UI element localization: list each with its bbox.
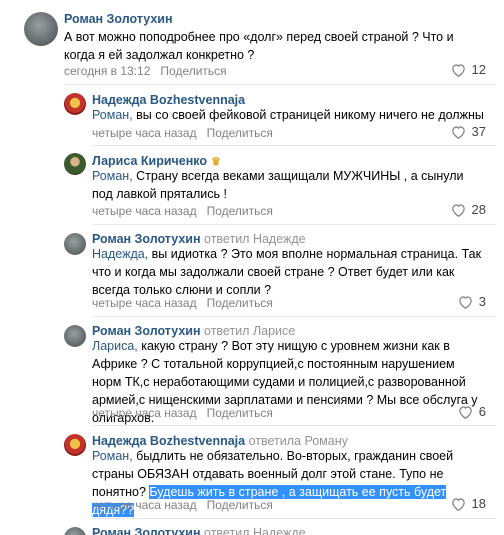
comment-meta: четыре часа назад Поделиться (92, 126, 273, 140)
addressee-link[interactable]: Роман, (92, 449, 133, 463)
like-count: 18 (471, 496, 486, 511)
like-button[interactable]: 28 (451, 202, 486, 217)
comment-time[interactable]: четыре часа назад (92, 406, 197, 420)
comment-meta: четыре часа назад Поделиться (92, 498, 273, 512)
replied-to[interactable]: ответил Ларисе (204, 324, 295, 338)
comment-author[interactable]: Роман Золотухин ответил Ларисе (92, 324, 295, 338)
like-count: 6 (478, 404, 486, 419)
like-count: 3 (478, 294, 486, 309)
divider (92, 145, 496, 146)
comment-author[interactable]: Роман Золотухин ответил Надежде (92, 526, 306, 535)
like-count: 12 (471, 62, 486, 77)
comment-meta: сегодня в 13:12 Поделиться (64, 64, 227, 78)
comment-author[interactable]: Роман Золотухин (64, 12, 173, 26)
comment-meta: четыре часа назад Поделиться (92, 406, 273, 420)
avatar[interactable] (24, 12, 58, 46)
comment-text: Роман, вы со своей фейковой страницей ни… (92, 108, 484, 122)
heart-icon (451, 497, 465, 511)
like-count: 28 (471, 202, 486, 217)
heart-icon (451, 125, 465, 139)
divider (92, 425, 496, 426)
comment-author[interactable]: Лариса Кириченко ♛ (92, 154, 221, 168)
comment-author[interactable]: Роман Золотухин ответил Надежде (92, 232, 306, 246)
addressee-link[interactable]: Надежда, (92, 247, 148, 261)
replied-to[interactable]: ответил Надежде (204, 232, 306, 246)
like-button[interactable]: 12 (451, 62, 486, 77)
like-button[interactable]: 6 (458, 404, 486, 419)
comment-time[interactable]: четыре часа назад (92, 296, 197, 310)
replied-to[interactable]: ответила Роману (249, 434, 348, 448)
avatar[interactable] (64, 153, 86, 175)
share-button[interactable]: Поделиться (207, 296, 273, 310)
comment-meta: четыре часа назад Поделиться (92, 204, 273, 218)
like-button[interactable]: 37 (451, 124, 486, 139)
comment-meta: четыре часа назад Поделиться (92, 296, 273, 310)
divider (92, 518, 496, 519)
avatar[interactable] (64, 527, 86, 535)
share-button[interactable]: Поделиться (207, 498, 273, 512)
addressee-link[interactable]: Роман, (92, 169, 133, 183)
heart-icon (459, 295, 472, 309)
comment-text: А вот можно поподробнее про «долг» перед… (64, 30, 454, 62)
heart-icon (459, 405, 472, 419)
share-button[interactable]: Поделиться (207, 126, 273, 140)
comment-time[interactable]: сегодня в 13:12 (64, 64, 150, 78)
comment-author[interactable]: Надежда Bozhestvennaja (92, 93, 245, 107)
share-button[interactable]: Поделиться (207, 406, 273, 420)
like-button[interactable]: 3 (458, 294, 486, 309)
comment-author[interactable]: Надежда Bozhestvennaja ответила Роману (92, 434, 348, 448)
like-button[interactable]: 18 (451, 496, 486, 511)
comment-time[interactable]: четыре часа назад (92, 204, 197, 218)
avatar[interactable] (64, 325, 86, 347)
addressee-link[interactable]: Лариса, (92, 339, 138, 353)
share-button[interactable]: Поделиться (207, 204, 273, 218)
divider (64, 84, 496, 85)
comment-text: Роман, Страну всегда веками защищали МУЖ… (92, 169, 464, 201)
comment-time[interactable]: четыре часа назад (92, 126, 197, 140)
heart-icon (451, 63, 465, 77)
avatar[interactable] (64, 233, 86, 255)
share-button[interactable]: Поделиться (160, 64, 226, 78)
addressee-link[interactable]: Роман, (92, 108, 133, 122)
avatar[interactable] (64, 434, 86, 456)
comment-time[interactable]: четыре часа назад (92, 498, 197, 512)
comment-text: Надежда, вы идиотка ? Это моя вполне нор… (92, 247, 482, 297)
heart-icon (451, 203, 465, 217)
avatar[interactable] (64, 93, 86, 115)
replied-to[interactable]: ответил Надежде (204, 526, 306, 535)
like-count: 37 (471, 124, 486, 139)
divider (92, 316, 496, 317)
divider (92, 224, 496, 225)
